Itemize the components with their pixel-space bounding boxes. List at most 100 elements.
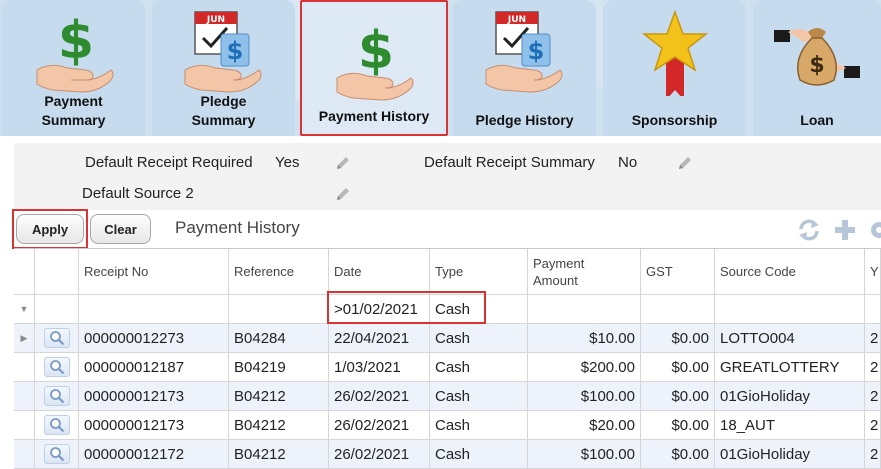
magnifier-icon [49,447,64,462]
table-row[interactable]: ▶ 000000012273 B04284 22/04/2021 Cash $10.00 $… [14,324,881,353]
cell-gst: $0.00 [641,353,715,382]
cell-payment-amount: $200.00 [528,353,641,382]
cell-source-code: 18_AUT [715,411,865,440]
cell-payment-amount: $10.00 [528,324,641,353]
cell-payment-amount: $100.00 [528,382,641,411]
cell-gst: $0.00 [641,324,715,353]
default-receipt-required-label: Default Receipt Required [85,154,253,171]
tab-pledge-history[interactable]: JUN $ Pledge History [453,0,596,136]
default-source-label: Default Source 2 [82,185,194,202]
magnifier-icon [49,360,64,375]
edit-pencil-icon[interactable] [334,185,352,203]
tab-payment-summary[interactable]: $ Payment Summary [2,0,145,136]
cell-receipt-no: 000000012187 [79,353,229,382]
tab-payment-history[interactable]: $ Payment History [300,0,448,136]
column-header-source-code[interactable]: Source Code [715,249,865,295]
svg-text:$: $ [226,37,243,65]
column-header-next[interactable]: Y [865,249,881,295]
tab-label: Payment History [318,108,430,124]
tab-label: Pledge History [475,112,574,128]
column-header-date[interactable]: Date [329,249,430,295]
cell-gst: $0.00 [641,411,715,440]
cell-receipt-no: 000000012173 [79,382,229,411]
row-marker [14,411,35,440]
filter-payment-amount[interactable] [528,295,641,324]
table-row[interactable]: 000000012173 B04212 26/02/2021 Cash $20.00 $0… [14,411,881,440]
filter-source-code[interactable] [715,295,865,324]
default-receipt-summary-label: Default Receipt Summary [424,154,595,171]
calendar-money-hand-icon: JUN $ [184,11,261,93]
view-record-button[interactable] [43,386,70,406]
view-record-button[interactable] [43,357,70,377]
svg-text:$: $ [527,37,544,65]
column-header-type[interactable]: Type [430,249,528,295]
cell-receipt-no: 000000012173 [79,411,229,440]
cell-source-code: 01GioHoliday [715,382,865,411]
filter-gst[interactable] [641,295,715,324]
refresh-icon[interactable] [796,217,822,243]
column-header-receipt-no[interactable]: Receipt No [79,249,229,295]
filter-highlight [327,291,486,324]
cell-receipt-no: 000000012273 [79,324,229,353]
clear-button[interactable]: Clear [90,214,151,244]
settings-icon[interactable] [866,217,881,243]
cell-reference: B04219 [229,353,329,382]
magnifier-icon [49,389,64,404]
filter-receipt-no[interactable] [79,295,229,324]
magnifier-icon [49,331,64,346]
tab-label: Payment Summary [41,93,106,128]
cell-gst: $0.00 [641,382,715,411]
column-header-gst[interactable]: GST [641,249,715,295]
cell-type: Cash [430,411,528,440]
cell-type: Cash [430,382,528,411]
column-header-payment-amount[interactable]: Payment Amount [528,249,641,295]
column-header-reference[interactable]: Reference [229,249,329,295]
tab-loan[interactable]: $ Loan [753,0,881,136]
money-hand-icon: $ [36,11,113,93]
add-icon[interactable] [832,217,858,243]
edit-pencil-icon[interactable] [676,154,694,172]
cell-reference: B04212 [229,411,329,440]
payment-history-grid: Receipt No Reference Date Type Payment A… [14,248,881,469]
view-record-button[interactable] [43,444,70,464]
cell-payment-amount: $100.00 [528,440,641,469]
cell-reference: B04212 [229,440,329,469]
apply-button[interactable]: Apply [16,214,84,244]
default-receipt-required-value: Yes [275,154,300,171]
star-ribbon-icon [641,9,708,96]
cell-next: 2 [865,440,881,469]
row-marker [14,353,35,382]
view-record-button[interactable] [43,328,70,348]
cell-type: Cash [430,440,528,469]
table-row[interactable]: 000000012187 B04219 1/03/2021 Cash $200.00 $0… [14,353,881,382]
view-record-button[interactable] [43,415,70,435]
cell-next: 2 [865,411,881,440]
money-hand-icon: $ [336,21,414,101]
cell-gst: $0.00 [641,440,715,469]
svg-text:$: $ [809,53,824,78]
cell-next: 2 [865,382,881,411]
edit-pencil-icon[interactable] [334,154,352,172]
filter-icon: ▼ [14,295,35,324]
tab-sponsorship[interactable]: Sponsorship [603,0,746,136]
module-tab-strip: $ Payment Summary JUN $ Pledge Summary $ [0,0,881,136]
filter-reference[interactable] [229,295,329,324]
cell-type: Cash [430,353,528,382]
current-row-indicator: ▶ [14,324,35,353]
cell-date: 26/02/2021 [329,411,430,440]
table-row[interactable]: 000000012172 B04212 26/02/2021 Cash $100.00 $… [14,440,881,469]
cell-payment-amount: $20.00 [528,411,641,440]
tab-label: Pledge Summary [191,93,256,128]
svg-text:JUN: JUN [506,15,525,25]
cell-source-code: 01GioHoliday [715,440,865,469]
money-bag-hands-icon: $ [774,28,860,86]
defaults-panel: Default Receipt Required Yes Default Rec… [14,143,881,210]
cell-next: 2 [865,353,881,382]
table-row[interactable]: 000000012173 B04212 26/02/2021 Cash $100.00 $… [14,382,881,411]
tab-pledge-summary[interactable]: JUN $ Pledge Summary [152,0,295,136]
cell-date: 1/03/2021 [329,353,430,382]
cell-date: 22/04/2021 [329,324,430,353]
svg-text:$: $ [358,21,394,81]
cell-reference: B04212 [229,382,329,411]
cell-date: 26/02/2021 [329,382,430,411]
